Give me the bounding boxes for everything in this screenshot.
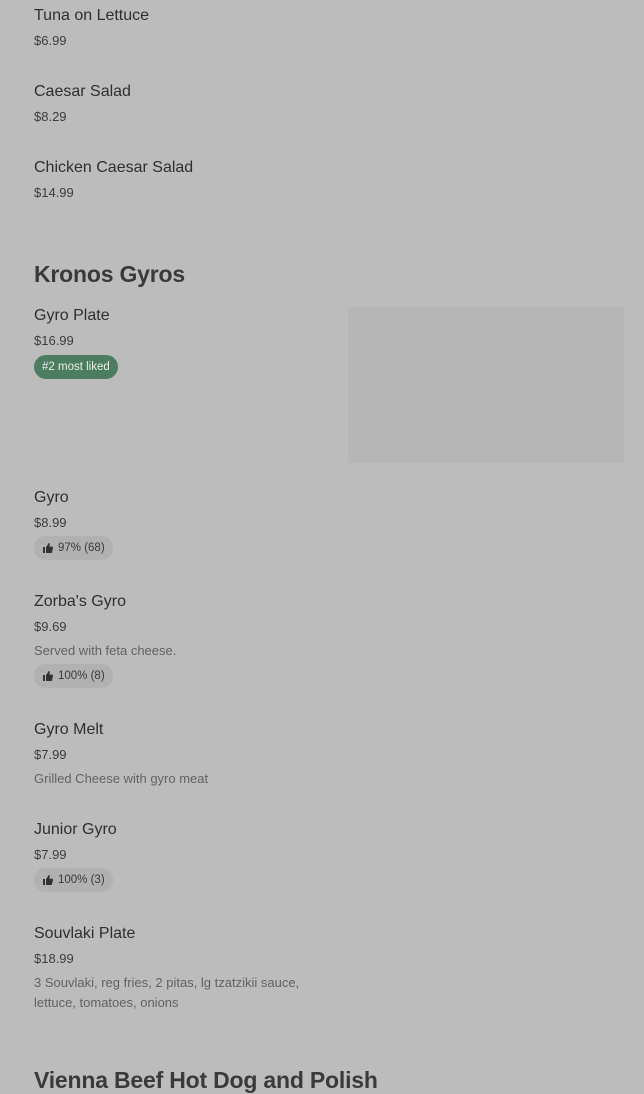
section-title-kronos-gyros: Kronos Gyros	[34, 261, 185, 287]
item-price: $8.29	[34, 109, 67, 124]
item-image-placeholder	[348, 307, 624, 463]
item-price: $7.99	[34, 847, 67, 862]
item-name: Gyro	[34, 489, 69, 506]
rating-text: 97% (68)	[58, 542, 105, 554]
item-name: Chicken Caesar Salad	[34, 159, 194, 176]
item-name: Gyro Plate	[34, 307, 110, 324]
item-name: Caesar Salad	[34, 83, 131, 100]
item-price: $7.99	[34, 747, 67, 762]
item-name: Gyro Melt	[34, 721, 104, 738]
item-price: $8.99	[34, 515, 67, 530]
section-title-vienna-beef: Vienna Beef Hot Dog and Polish	[34, 1067, 378, 1093]
rating-pill: 100% (3)	[34, 868, 113, 892]
item-description: Grilled Cheese with gyro meat	[34, 771, 209, 786]
item-name: Souvlaki Plate	[34, 925, 136, 942]
thumbs-up-icon	[43, 671, 54, 681]
item-price: $14.99	[34, 185, 74, 200]
item-description: 3 Souvlaki, reg fries, 2 pitas, lg tzatz…	[34, 975, 300, 1010]
rating-pill: 97% (68)	[34, 536, 113, 560]
rating-text: 100% (3)	[58, 874, 105, 886]
thumbs-up-icon	[43, 543, 54, 553]
item-name: Zorba's Gyro	[34, 593, 126, 610]
thumbs-up-icon	[43, 875, 54, 885]
item-price: $6.99	[34, 33, 67, 48]
item-description: Served with feta cheese.	[34, 643, 177, 658]
most-liked-badge: #2 most liked	[34, 355, 118, 379]
item-price: $16.99	[34, 333, 74, 348]
rating-text: 100% (8)	[58, 670, 105, 682]
item-price: $9.69	[34, 619, 67, 634]
item-price: $18.99	[34, 951, 74, 966]
item-name: Tuna on Lettuce	[34, 7, 150, 24]
item-name: Junior Gyro	[34, 821, 117, 838]
rating-pill: 100% (8)	[34, 664, 113, 688]
